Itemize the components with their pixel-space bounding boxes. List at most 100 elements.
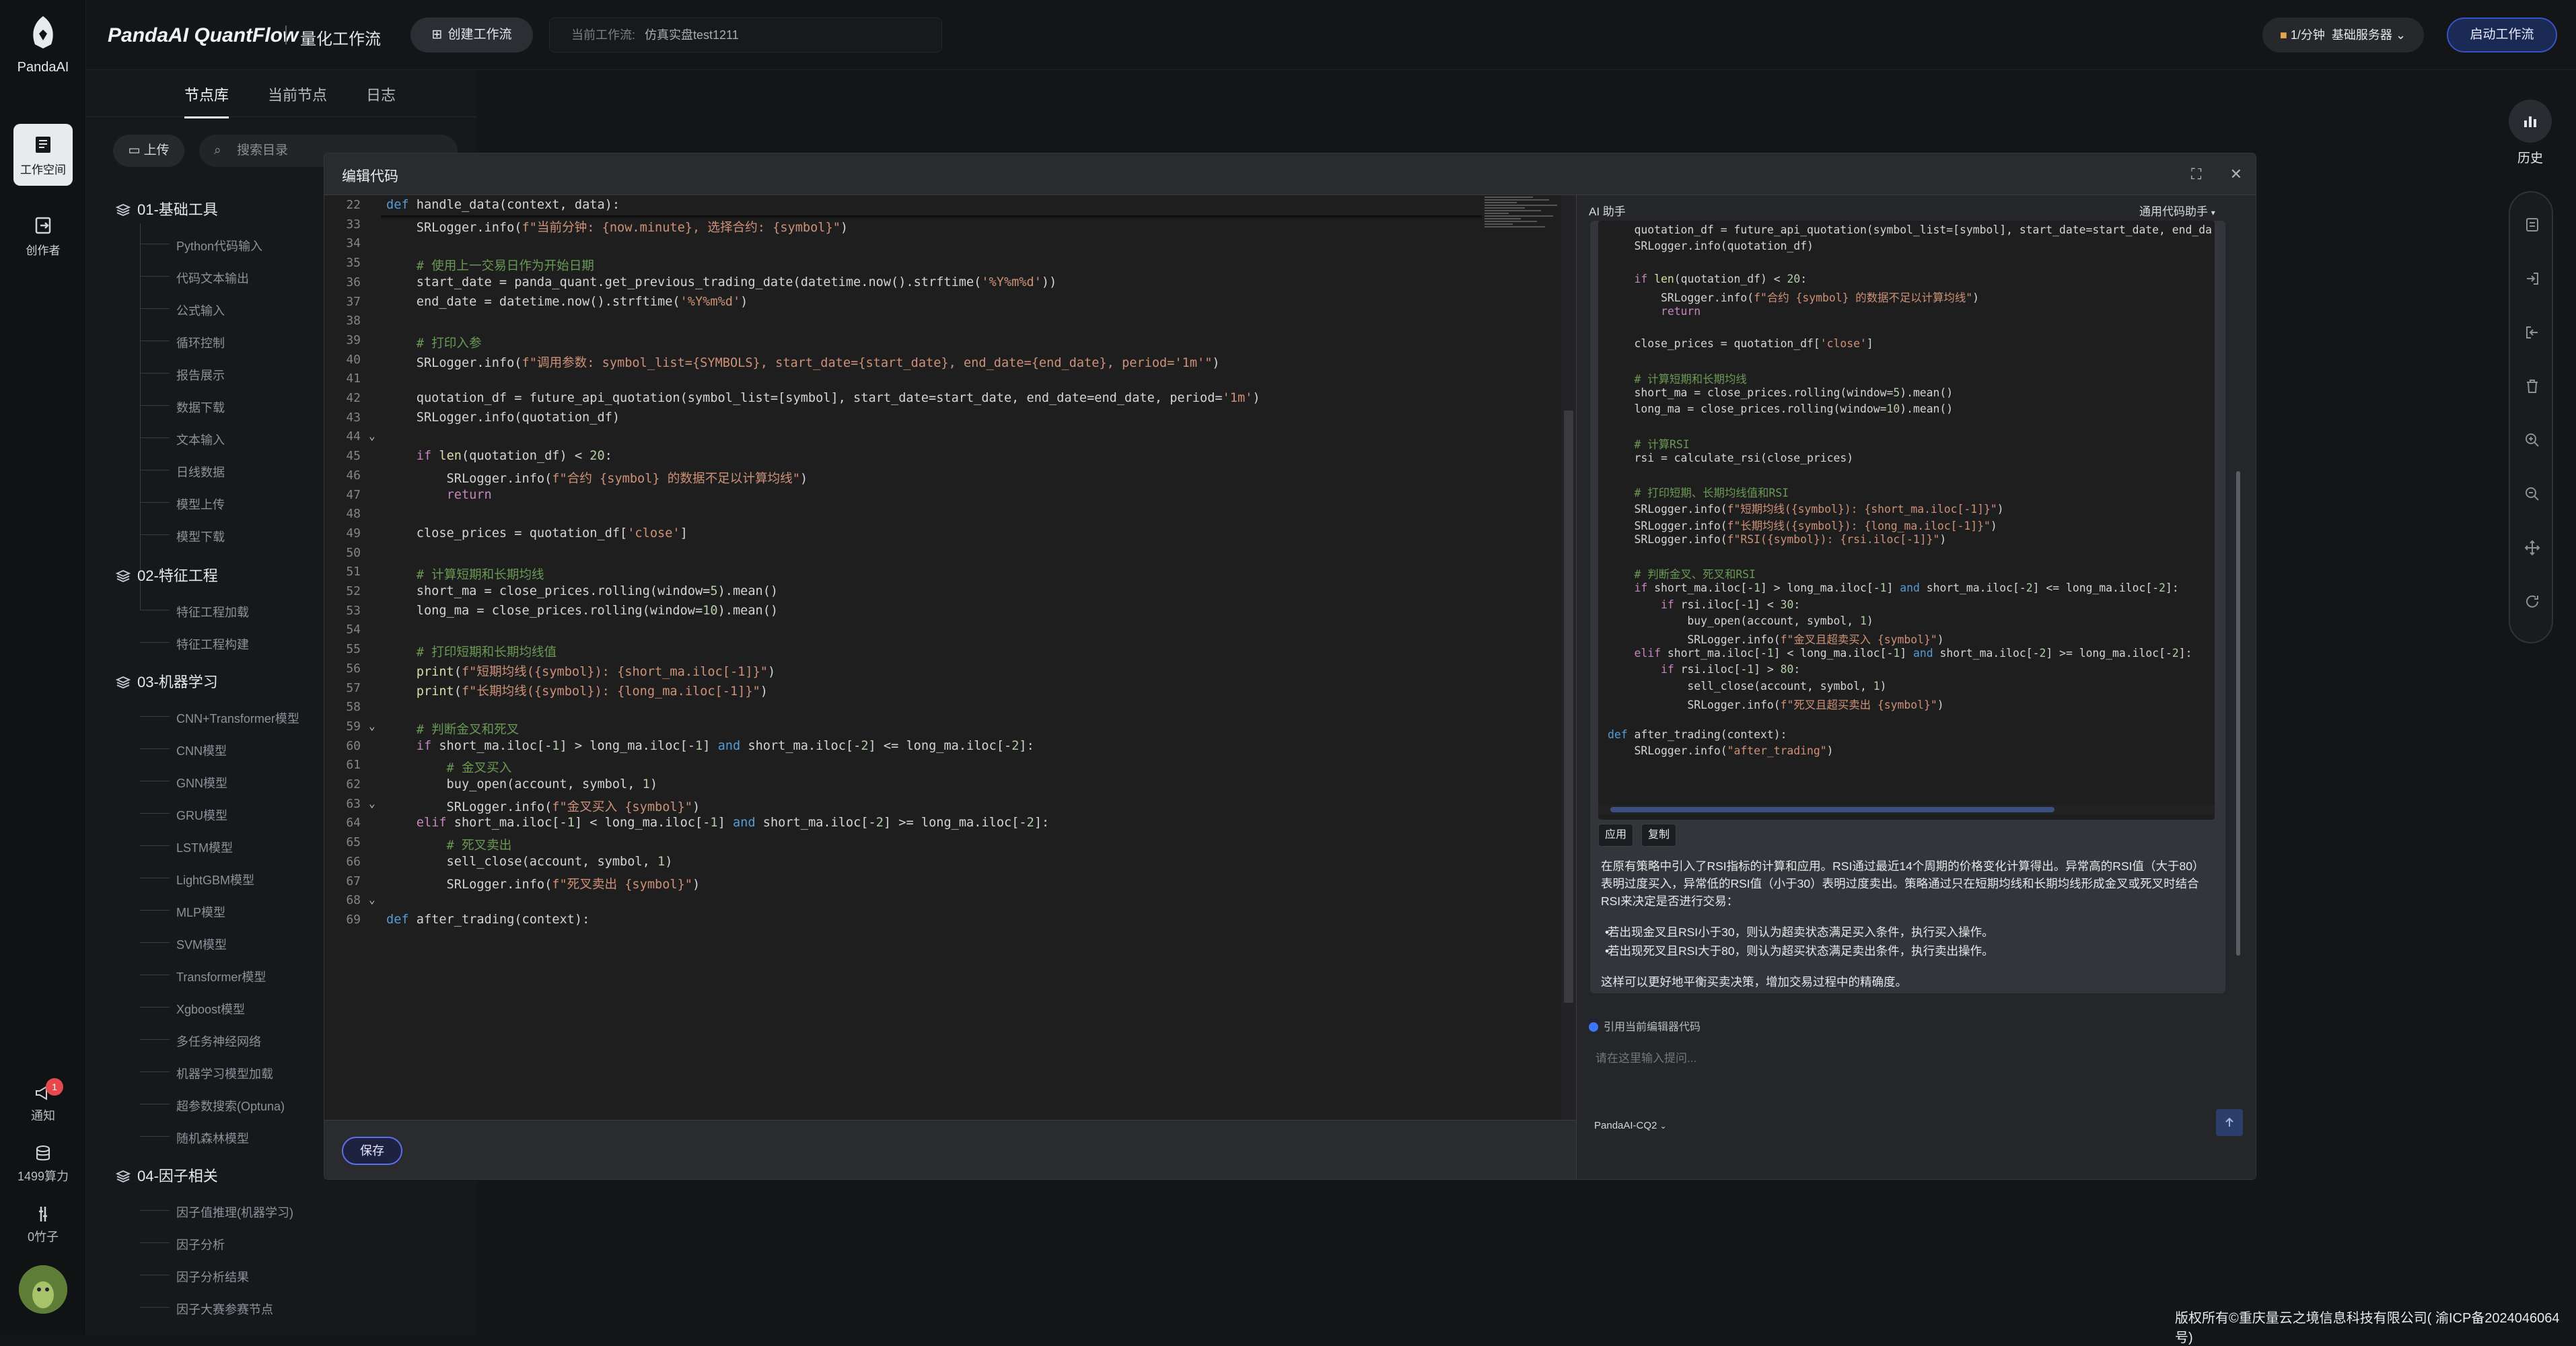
list-item[interactable]: CNN模型: [140, 742, 227, 759]
list-item[interactable]: 超参数搜索(Optuna): [139, 1097, 285, 1114]
hscroll-thumb[interactable]: [1610, 807, 2054, 812]
ai-code-block[interactable]: quotation_df = future_api_quotation(symb…: [1598, 221, 2215, 820]
export-icon[interactable]: [2524, 271, 2540, 287]
list-item[interactable]: 公式输入: [140, 302, 225, 319]
list-item[interactable]: 因子值推理(机器学习): [140, 1203, 293, 1221]
list-item[interactable]: Transformer模型: [139, 968, 266, 985]
fold-chevron-icon[interactable]: ⌄: [369, 893, 375, 906]
list-item[interactable]: MLP模型: [139, 903, 225, 921]
ai-code-line: rsi = calculate_rsi(close_prices): [1608, 451, 1854, 464]
list-item[interactable]: 随机森林模型: [140, 1129, 249, 1147]
nav-workspace[interactable]: 工作空间: [13, 124, 73, 186]
fold-chevron-icon[interactable]: ⌄: [369, 429, 375, 442]
avatar[interactable]: [19, 1265, 67, 1314]
compute-balance[interactable]: 1499算力: [0, 1144, 86, 1184]
upload-button[interactable]: ▭ 上传: [113, 135, 184, 167]
logo-text: PandaAI: [17, 60, 69, 75]
minimap[interactable]: [1482, 195, 1563, 256]
assistant-mode-select[interactable]: 通用代码助手 ▾: [2139, 202, 2215, 219]
category-factor[interactable]: 04-因子相关: [115, 1164, 218, 1186]
list-item[interactable]: 文本输入: [140, 431, 225, 448]
line-number: 66: [346, 854, 361, 869]
bamboo-balance[interactable]: 0竹子: [0, 1205, 86, 1245]
run-workflow-button[interactable]: 启动工作流: [2447, 17, 2557, 52]
ai-code-line: # 计算RSI: [1608, 437, 1690, 451]
tab-current-node[interactable]: 当前节点: [268, 83, 327, 105]
list-item[interactable]: Python代码输入: [139, 237, 262, 254]
list-item[interactable]: 多任务神经网络: [140, 1032, 261, 1050]
nav-creator[interactable]: 创作者: [13, 205, 73, 258]
list-item[interactable]: GRU模型: [140, 806, 227, 824]
fold-chevron-icon[interactable]: ⌄: [369, 797, 375, 810]
close-icon[interactable]: ✕: [2230, 166, 2242, 182]
code-line: short_ma = close_prices.rolling(window=5…: [386, 584, 779, 598]
create-workflow-button[interactable]: ⊞ 创建工作流: [410, 17, 533, 52]
list-item[interactable]: 机器学习模型加载: [140, 1065, 273, 1082]
tree-connector: [140, 223, 141, 610]
list-item[interactable]: 日线数据: [140, 463, 225, 481]
model-selector[interactable]: PandaAI-CQ2 ⌄: [1594, 1120, 1667, 1131]
category-basic-tools[interactable]: 01-基础工具: [115, 198, 218, 219]
list-item[interactable]: LightGBM模型: [139, 871, 254, 888]
ai-question-input[interactable]: 请在这里输入提问...: [1596, 1049, 1696, 1065]
ai-code-hscroll[interactable]: [1598, 805, 2215, 814]
list-item[interactable]: 模型上传: [140, 495, 225, 513]
ai-bullet: 若出现金叉且RSI小于30，则认为超卖状态满足买入条件，执行买入操作。: [1605, 923, 1994, 941]
list-item[interactable]: 因子大赛参赛节点: [140, 1300, 273, 1318]
current-workflow[interactable]: 当前工作流: 仿真实盘test1211: [549, 17, 942, 52]
refresh-icon[interactable]: [2524, 594, 2540, 610]
list-item[interactable]: 报告展示: [140, 366, 225, 384]
server-selector[interactable]: ■ 1/分钟 基础服务器 ⌄: [2262, 17, 2424, 52]
fullscreen-icon[interactable]: ⛶: [2191, 166, 2201, 182]
list-item[interactable]: 因子分析: [140, 1236, 225, 1253]
ai-scrollbar-thumb[interactable]: [2236, 471, 2240, 956]
list-item[interactable]: 数据下载: [140, 398, 225, 416]
zoom-in-icon[interactable]: [2524, 432, 2540, 448]
left-rail: PandaAI 工作空间 创作者 1 通知 1499算力 0竹子: [0, 0, 86, 1335]
ai-scrollbar[interactable]: [2236, 249, 2242, 956]
tab-node-library[interactable]: 节点库: [184, 83, 229, 118]
trash-icon[interactable]: [2524, 378, 2540, 394]
list-item[interactable]: 循环控制: [140, 334, 225, 351]
copy-button[interactable]: 复制: [1641, 824, 1676, 847]
ai-explanation-line: RSI来决定是否进行交易：: [1601, 894, 1739, 908]
apply-button[interactable]: 应用: [1598, 824, 1633, 847]
code-line: SRLogger.info(quotation_df): [386, 410, 620, 425]
document-icon[interactable]: [2524, 217, 2540, 233]
nav-notify[interactable]: 1 通知: [0, 1078, 86, 1124]
list-item[interactable]: CNN+Transformer模型: [140, 709, 299, 727]
fold-chevron-icon[interactable]: ⌄: [369, 719, 375, 732]
panda-logo-icon: [33, 16, 53, 48]
save-button[interactable]: 保存: [342, 1137, 402, 1165]
list-item[interactable]: 代码文本输出: [140, 269, 249, 287]
ai-code-line: if len(quotation_df) < 20:: [1634, 272, 1808, 285]
list-item[interactable]: GNN模型: [140, 774, 227, 791]
list-item[interactable]: 模型下载: [140, 528, 225, 545]
list-item[interactable]: 特征工程构建: [140, 635, 249, 653]
list-item[interactable]: LSTM模型: [139, 839, 233, 856]
list-item[interactable]: SVM模型: [139, 935, 227, 953]
import-icon[interactable]: [2524, 324, 2540, 341]
line-number: 22: [346, 198, 361, 212]
canvas-toolbar: [2509, 191, 2553, 643]
history-button[interactable]: 历史: [2506, 100, 2554, 166]
tab-log[interactable]: 日志: [366, 83, 396, 105]
line-number: 40: [346, 352, 361, 367]
code-editor[interactable]: 22 33 34 35 36 37 38 39 40 41 42 43 44 ⌄ 45 46 47 48 49 50 5…: [324, 195, 1576, 1120]
category-feature-engineering[interactable]: 02-特征工程: [115, 564, 218, 586]
reference-editor-toggle[interactable]: 引用当前编辑器代码: [1589, 1018, 1701, 1034]
line-number: 58: [346, 700, 361, 715]
editor-scrollbar[interactable]: [1561, 195, 1576, 1120]
list-item[interactable]: 因子分析结果: [140, 1268, 249, 1285]
line-number: 45: [346, 449, 361, 464]
scrollbar-thumb[interactable]: [1564, 411, 1573, 1003]
layers-icon: [115, 1170, 131, 1182]
list-item[interactable]: 特征工程加载: [140, 603, 249, 621]
category-machine-learning[interactable]: 03-机器学习: [115, 670, 218, 692]
line-number: 59: [346, 719, 361, 734]
send-button[interactable]: [2216, 1109, 2243, 1136]
line-number: 50: [346, 545, 361, 560]
list-item[interactable]: Xgboost模型: [139, 1000, 245, 1018]
zoom-out-icon[interactable]: [2524, 486, 2540, 502]
move-icon[interactable]: [2524, 540, 2540, 556]
